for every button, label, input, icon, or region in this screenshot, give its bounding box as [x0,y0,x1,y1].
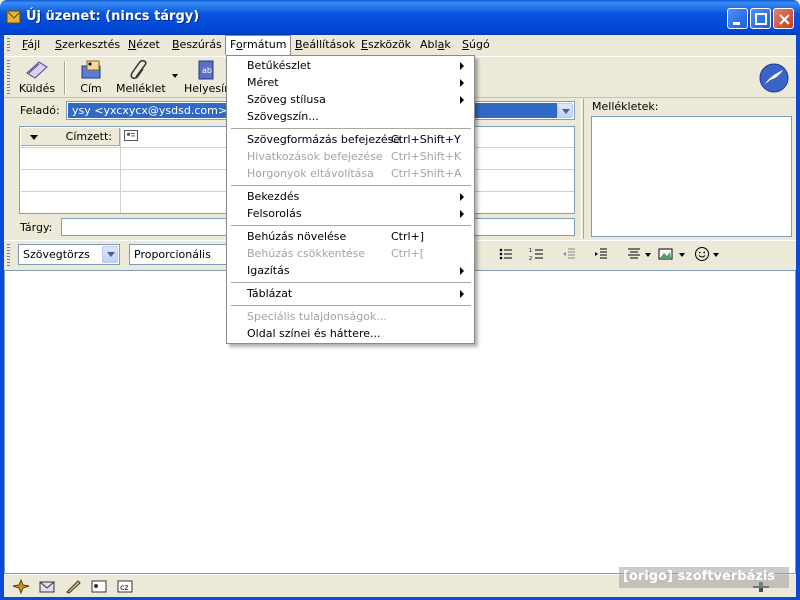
menuitem-page-colors[interactable]: Oldal színei és háttere... [228,325,473,342]
bullet-list-icon[interactable] [498,246,514,262]
attach-dropdown-arrow[interactable] [172,74,178,78]
composer-icon[interactable] [64,579,82,594]
menu-separator [231,282,471,283]
menu-settings[interactable]: Beállítások [290,35,360,55]
toolbar-grip[interactable] [7,60,10,94]
align-dropdown-arrow[interactable] [645,253,651,257]
from-label: Feladó: [20,104,60,117]
attachments-box[interactable] [591,116,792,237]
menubar-grip[interactable] [7,38,10,52]
menu-separator [231,128,471,129]
chevron-down-icon [30,135,38,140]
menuitem-decrease-indent[interactable]: Behúzás csökkentése Ctrl+[ [228,245,473,262]
menu-window[interactable]: Ablak [415,35,456,55]
insert-dropdown-arrow[interactable] [679,253,685,257]
submenu-arrow-icon [460,290,464,298]
menuitem-align[interactable]: Igazítás [228,262,473,279]
spellcheck-button[interactable]: ab Helyesír [184,59,228,97]
minimize-button[interactable] [727,8,748,29]
paperclip-icon [130,60,147,79]
menu-bar: Fájl Szerkesztés Nézet Beszúrás Formátum… [4,35,796,55]
title-bar[interactable]: Új üzenet: (nincs tárgy) [0,0,800,35]
attach-button[interactable]: Melléklet [116,59,166,97]
menu-edit[interactable]: Szerkesztés [50,35,125,55]
menuitem-font[interactable]: Betűkészlet [228,57,473,74]
navigator-icon[interactable] [12,579,30,594]
indent-icon[interactable] [593,246,609,262]
menu-separator [231,225,471,226]
submenu-arrow-icon [460,193,464,201]
recipient-type-label: Címzett: [65,130,112,143]
menu-view[interactable]: Nézet [123,35,165,55]
align-center-icon[interactable] [626,246,642,262]
submenu-arrow-icon [460,96,464,104]
header-splitter[interactable] [581,99,584,239]
mail-icon[interactable] [38,579,56,594]
svg-text:2: 2 [529,256,532,262]
toolbar-separator [64,61,66,95]
address-button[interactable]: Cím [74,59,108,97]
menuitem-text-style[interactable]: Szöveg stílusa [228,91,473,108]
smiley-dropdown-arrow[interactable] [713,253,719,257]
submenu-arrow-icon [460,267,464,275]
address-card-icon [124,130,138,141]
submenu-arrow-icon [460,210,464,218]
from-dropdown-button[interactable] [557,103,573,118]
close-button[interactable] [773,8,794,29]
app-icon [6,10,21,24]
mozilla-throbber-icon [759,63,789,93]
menu-tools[interactable]: Eszközök [356,35,416,55]
menuitem-remove-text-styles[interactable]: Szövegformázás befejezése Ctrl+Shift+Y [228,131,473,148]
menu-file[interactable]: Fájl [17,35,45,55]
svg-text:1: 1 [529,248,532,254]
menuitem-size[interactable]: Méret [228,74,473,91]
menu-format[interactable]: Formátum [225,35,292,55]
subject-label: Tárgy: [20,221,53,234]
menu-separator [231,305,471,306]
format-menu-dropdown: Betűkészlet Méret Szöveg stílusa Szövegs… [226,55,475,344]
window-title: Új üzenet: (nincs tárgy) [26,9,200,24]
address-book-icon [81,60,101,79]
menuitem-list[interactable]: Felsorolás [228,205,473,222]
format-toolbar-grip[interactable] [7,244,10,266]
numbered-list-icon[interactable]: 12 [529,246,545,262]
outdent-icon[interactable] [561,246,577,262]
submenu-arrow-icon [460,79,464,87]
menu-separator [231,185,471,186]
menuitem-text-color[interactable]: Szövegszín... [228,108,473,125]
menuitem-paragraph[interactable]: Bekezdés [228,188,473,205]
spellcheck-icon: ab [198,60,214,80]
recipient-type-select[interactable]: Címzett: [21,128,120,146]
font-select[interactable]: Proporcionális [129,244,239,265]
menuitem-remove-anchors[interactable]: Horgonyok eltávolítása Ctrl+Shift+A [228,165,473,182]
send-button[interactable]: Küldés [16,59,58,97]
chat-icon[interactable]: cz [116,579,134,594]
font-value: Proporcionális [134,248,211,261]
paragraph-style-value: Szövegtörzs [23,248,90,261]
address-book-status-icon[interactable] [90,579,108,594]
maximize-button[interactable] [750,8,771,29]
paragraph-style-dropdown[interactable] [102,246,118,263]
attachments-label: Mellékletek: [592,100,659,113]
send-icon [26,61,48,79]
menu-help[interactable]: Súgó [457,35,495,55]
submenu-arrow-icon [460,62,464,70]
paragraph-style-select[interactable]: Szövegtörzs [18,244,120,265]
menuitem-increase-indent[interactable]: Behúzás növelése Ctrl+] [228,228,473,245]
window-frame-right [796,35,800,600]
svg-text:ab: ab [202,66,212,75]
recipient-column-divider [120,128,121,213]
menuitem-advanced-properties[interactable]: Speciális tulajdonságok... [228,308,473,325]
menu-insert[interactable]: Beszúrás [167,35,227,55]
insert-image-icon[interactable] [658,246,674,262]
menuitem-table[interactable]: Táblázat [228,285,473,302]
menuitem-remove-links[interactable]: Hivatkozások befejezése Ctrl+Shift+K [228,148,473,165]
svg-text:cz: cz [120,583,129,592]
watermark: [origo] szoftverbázis [619,567,789,588]
smiley-icon[interactable] [694,246,710,262]
